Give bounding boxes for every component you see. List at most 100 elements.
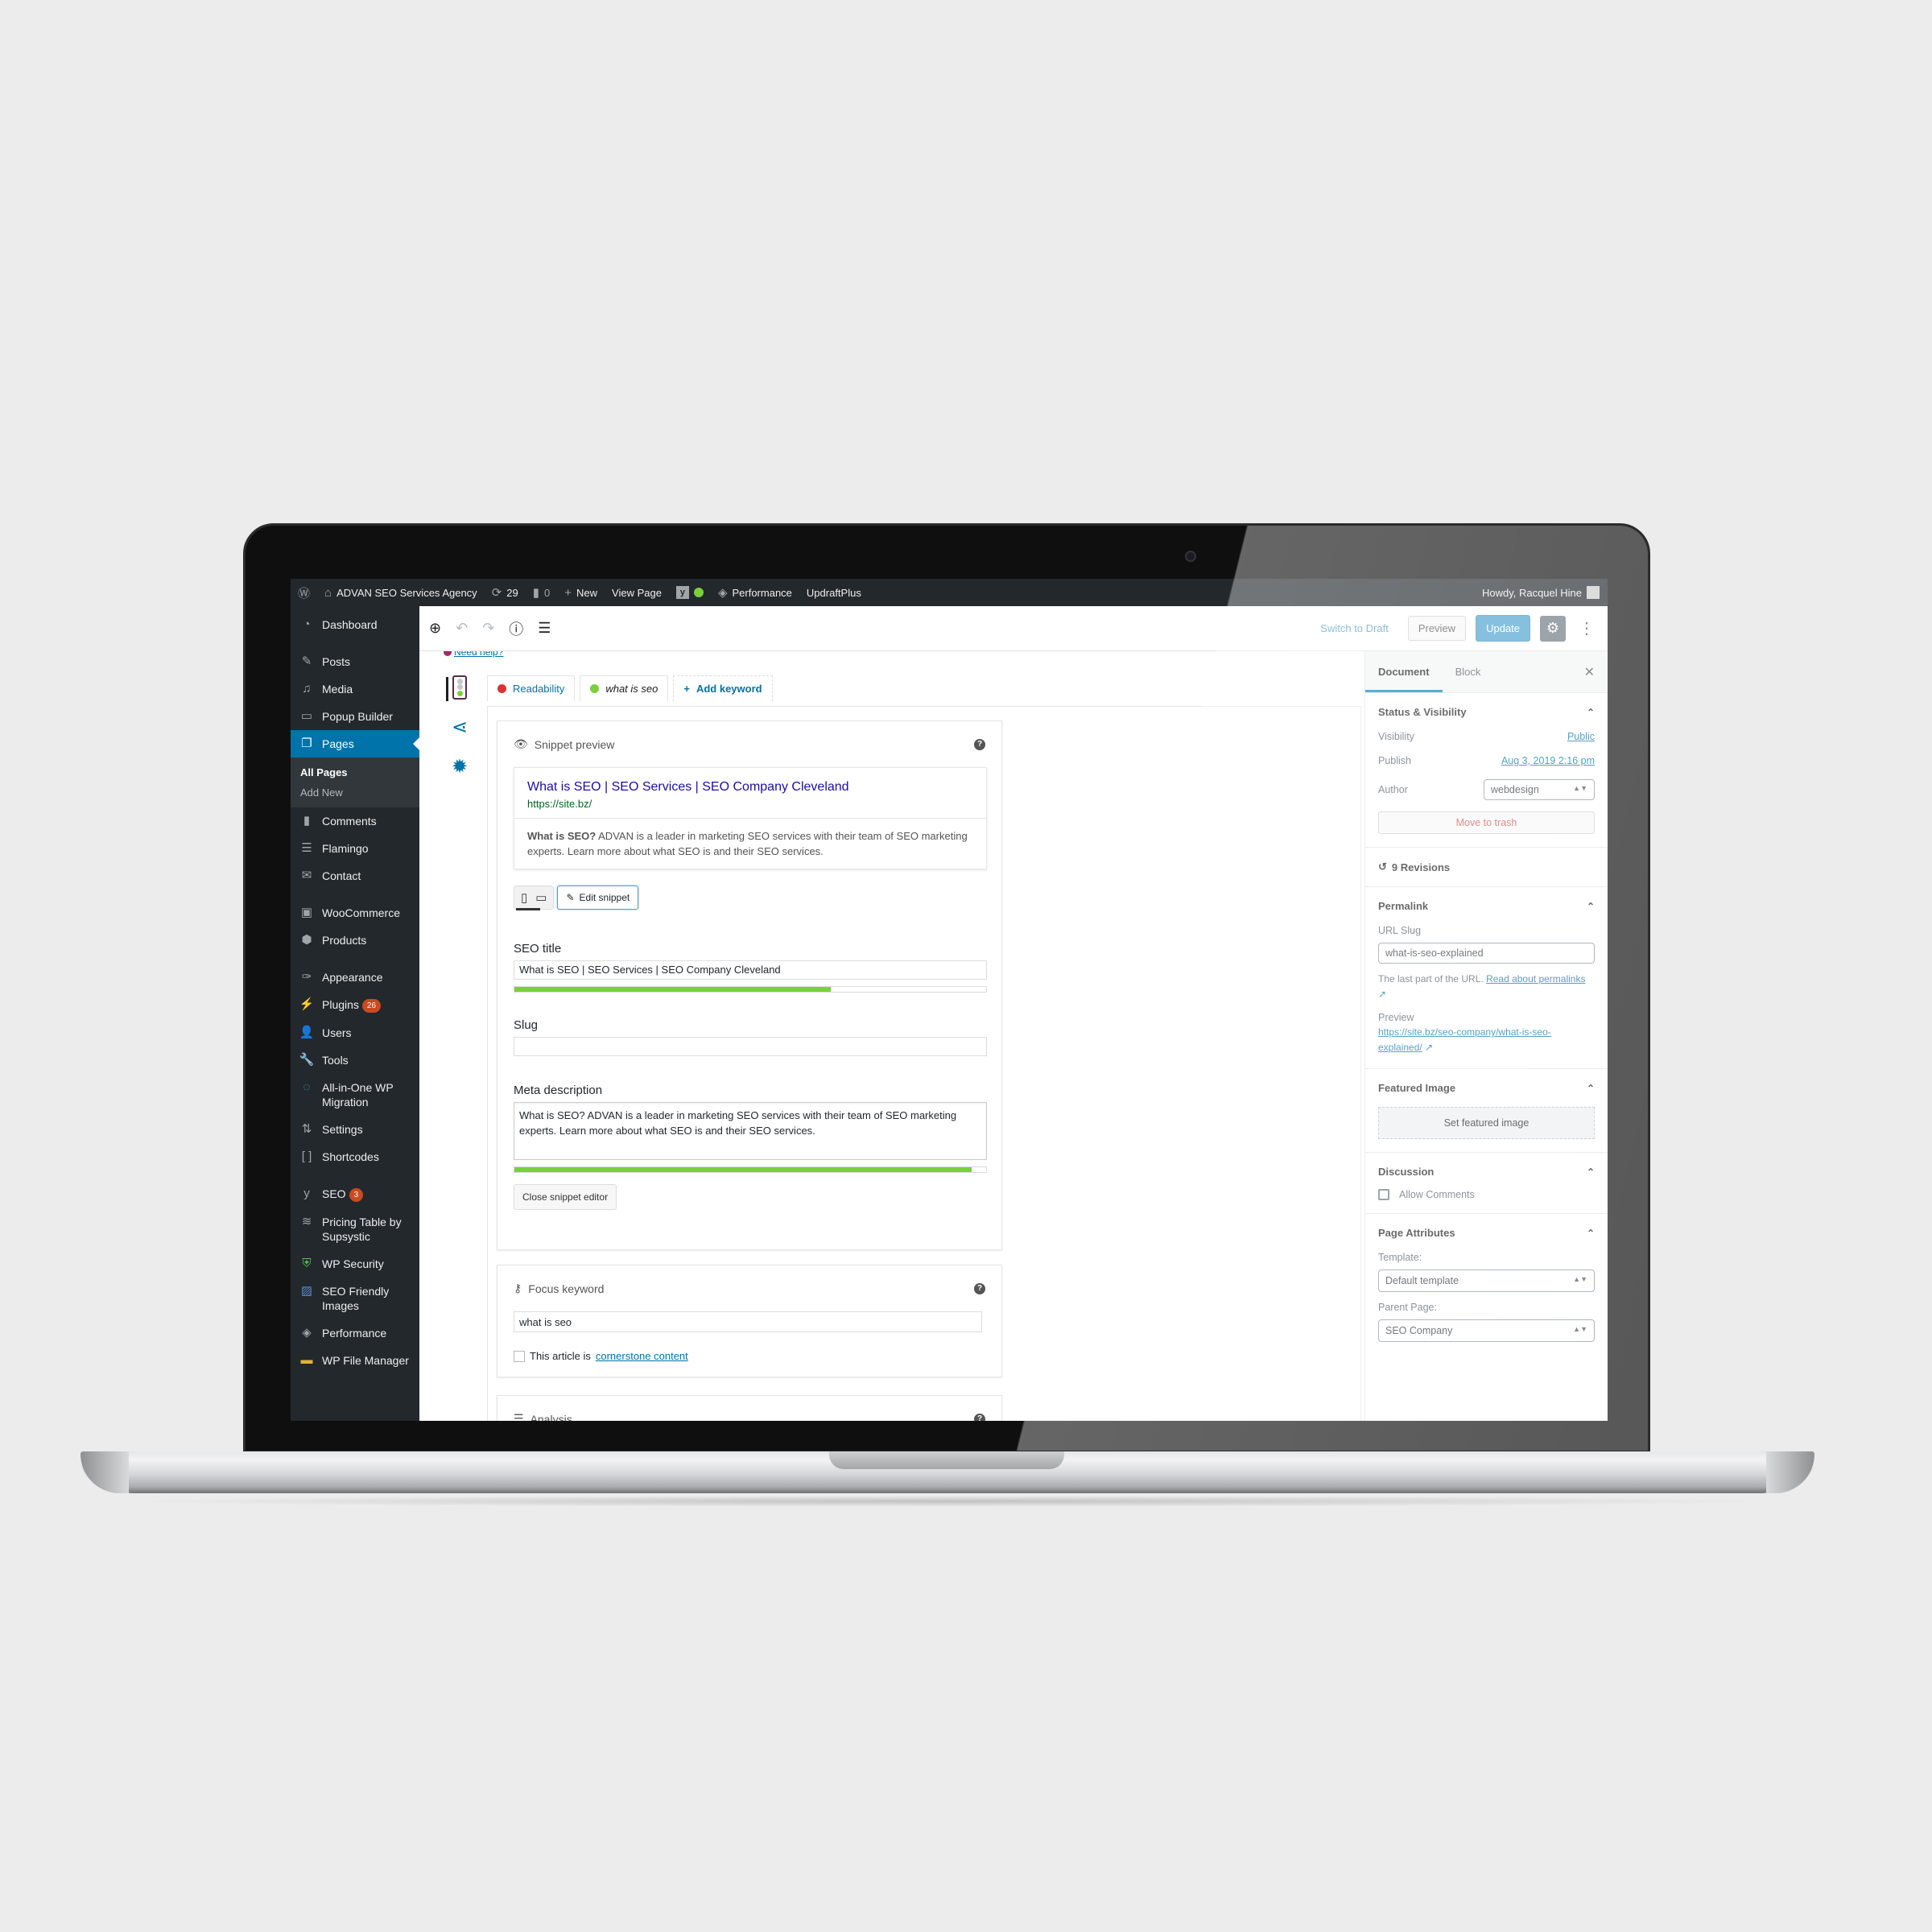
parent-page-select[interactable]: SEO Company ▲▼ (1378, 1319, 1595, 1342)
add-keyword-button[interactable]: + Add keyword (673, 675, 773, 701)
submenu-add-new[interactable]: Add New (291, 782, 419, 803)
help-icon[interactable]: ? (974, 738, 985, 750)
slug-input[interactable] (514, 1037, 987, 1056)
sidebar-item-users[interactable]: 👤 Users (291, 1019, 419, 1046)
greeting: Howdy, Racquel Hine (1481, 586, 1582, 599)
allow-comments-checkbox[interactable] (1378, 1189, 1389, 1200)
help-icon[interactable]: ? (974, 1282, 985, 1294)
focus-keyword-input[interactable]: what is seo (514, 1311, 982, 1332)
sidebar-item-wp-security[interactable]: ⛨ WP Security (291, 1250, 419, 1278)
preview-title[interactable]: What is SEO | SEO Services | SEO Company… (527, 779, 973, 795)
revisions-panel[interactable]: ↺ 9 Revisions (1365, 848, 1608, 887)
mobile-icon[interactable]: ▯ (521, 890, 527, 905)
tab-focus-keyword[interactable]: what is seo (580, 675, 669, 701)
help-icon[interactable]: ? (974, 1413, 985, 1421)
desktop-icon[interactable]: ▭ (535, 890, 547, 905)
author-select[interactable]: webdesign ▲▼ (1484, 779, 1595, 800)
comments-count: 0 (544, 586, 551, 599)
move-to-trash-button[interactable]: Move to trash (1378, 811, 1595, 834)
settings-toggle-button[interactable]: ⚙ (1540, 615, 1566, 642)
edit-snippet-button[interactable]: ✎ Edit snippet (557, 886, 639, 910)
close-snippet-editor-button[interactable]: Close snippet editor (514, 1184, 617, 1210)
traffic-light-icon[interactable] (446, 675, 467, 701)
seo-title-input[interactable]: What is SEO | SEO Services | SEO Company… (514, 960, 987, 980)
info-icon[interactable]: ⓘ (509, 618, 523, 639)
cornerstone-checkbox[interactable] (514, 1350, 525, 1362)
sidebar-item-file-manager[interactable]: ▬ WP File Manager (291, 1347, 419, 1374)
close-icon[interactable]: ✕ (1584, 664, 1608, 680)
redo-icon[interactable]: ↷ (482, 620, 494, 637)
sidebar-label: Contact (322, 869, 361, 882)
set-featured-image-button[interactable]: Set featured image (1378, 1107, 1595, 1139)
dashboard-icon: ◔ (303, 617, 311, 631)
updates-link[interactable]: ⟳ 29 (485, 579, 526, 606)
view-page-link[interactable]: View Page (605, 579, 669, 606)
sidebar-item-flamingo[interactable]: ☰ Flamingo (291, 835, 419, 862)
submenu-all-pages[interactable]: All Pages (291, 762, 419, 782)
switch-to-draft-button[interactable]: Switch to Draft (1320, 622, 1389, 634)
preview-description[interactable]: What is SEO? ADVAN is a leader in market… (514, 819, 986, 869)
sidebar-item-products[interactable]: ⬢ Products (291, 927, 419, 954)
url-slug-input[interactable]: what-is-seo-explained (1378, 943, 1595, 964)
add-block-icon[interactable]: ⊕ (429, 620, 441, 637)
featured-image-toggle[interactable]: Featured Image ⌃ (1378, 1082, 1595, 1094)
performance-link[interactable]: ◈ Performance (711, 579, 799, 606)
cog-icon[interactable]: ✹ (452, 755, 468, 778)
sidebar-item-posts[interactable]: ✎ Posts (291, 648, 419, 675)
permalink-toggle[interactable]: Permalink ⌃ (1378, 900, 1595, 912)
template-select[interactable]: Default template ▲▼ (1378, 1269, 1595, 1292)
outline-icon[interactable]: ☰ (538, 620, 551, 637)
yoast-adminbar-button[interactable]: y (669, 579, 711, 606)
analysis-title[interactable]: Analysis (530, 1413, 572, 1422)
sidebar-item-dashboard[interactable]: ◔ Dashboard (291, 611, 419, 638)
site-name-link[interactable]: ⌂ ADVAN SEO Services Agency (317, 579, 485, 606)
preview-label: Preview (1378, 1012, 1414, 1023)
more-options-icon[interactable]: ⋮ (1575, 618, 1598, 638)
wp-logo-button[interactable]: Ⓦ (291, 579, 317, 606)
desc-bold: What is SEO? (527, 830, 597, 842)
sidebar-item-shortcodes[interactable]: [ ] Shortcodes (291, 1143, 419, 1170)
tab-document[interactable]: Document (1365, 651, 1443, 692)
cornerstone-link[interactable]: cornerstone content (596, 1350, 688, 1362)
sidebar-item-tools[interactable]: 🔧 Tools (291, 1046, 419, 1074)
tab-readability[interactable]: Readability (487, 675, 576, 701)
sidebar-item-comments[interactable]: ▮ Comments (291, 807, 419, 835)
sidebar-item-popup-builder[interactable]: ▭ Popup Builder (291, 703, 419, 730)
migration-icon: ◌ (303, 1080, 311, 1094)
sidebar-item-performance[interactable]: ◈ Performance (291, 1319, 419, 1347)
sidebar-item-media[interactable]: ♫ Media (291, 675, 419, 703)
discussion-toggle[interactable]: Discussion ⌃ (1378, 1166, 1595, 1178)
preview-url-link[interactable]: https://site.bz/seo-company/what-is-seo-… (1378, 1026, 1551, 1053)
status-visibility-toggle[interactable]: Status & Visibility ⌃ (1378, 706, 1595, 718)
laptop-lid: Ⓦ ⌂ ADVAN SEO Services Agency ⟳ 29 ▮ 0 + New… (243, 523, 1650, 1453)
visibility-link[interactable]: Public (1567, 731, 1595, 742)
preview-url[interactable]: https://site.bz/ (527, 798, 973, 810)
comments-link[interactable]: ▮ 0 (526, 579, 558, 606)
sidebar-label: Pricing Table by Supsystic (322, 1215, 402, 1243)
sidebar-item-appearance[interactable]: ✑ Appearance (291, 964, 419, 991)
sidebar-item-woocommerce[interactable]: ▣ WooCommerce (291, 899, 419, 927)
page-attributes-toggle[interactable]: Page Attributes ⌃ (1378, 1227, 1595, 1239)
sidebar-item-pages[interactable]: ❐ Pages (291, 730, 419, 758)
share-icon[interactable]: ⋖ (452, 716, 468, 739)
seo-badge: 3 (349, 1187, 364, 1202)
sidebar-item-seo[interactable]: y SEO 3 (291, 1180, 419, 1208)
need-help-link[interactable]: Need help? (454, 651, 503, 658)
laptop-notch (829, 1451, 1064, 1469)
update-button[interactable]: Update (1476, 615, 1530, 642)
tab-block[interactable]: Block (1443, 651, 1494, 692)
sidebar-item-pricing-table[interactable]: ≋ Pricing Table by Supsystic (291, 1208, 419, 1250)
publish-date-link[interactable]: Aug 3, 2019 2:16 pm (1501, 755, 1595, 766)
sidebar-item-settings[interactable]: ⇅ Settings (291, 1116, 419, 1143)
sidebar-item-migration[interactable]: ◌ All-in-One WP Migration (291, 1074, 419, 1116)
updraft-link[interactable]: UpdraftPlus (799, 579, 869, 606)
preview-button[interactable]: Preview (1407, 616, 1467, 641)
new-link[interactable]: + New (557, 579, 605, 606)
read-about-permalinks-link[interactable]: Read about permalinks (1486, 973, 1585, 985)
account-menu[interactable]: Howdy, Racquel Hine (1475, 579, 1608, 606)
sidebar-item-plugins[interactable]: ⚡ Plugins 26 (291, 991, 419, 1019)
meta-description-textarea[interactable]: What is SEO? ADVAN is a leader in market… (514, 1102, 987, 1160)
sidebar-item-seo-friendly-images[interactable]: ▨ SEO Friendly Images (291, 1278, 419, 1319)
undo-icon[interactable]: ↶ (456, 620, 468, 637)
sidebar-item-contact[interactable]: ✉ Contact (291, 862, 419, 890)
